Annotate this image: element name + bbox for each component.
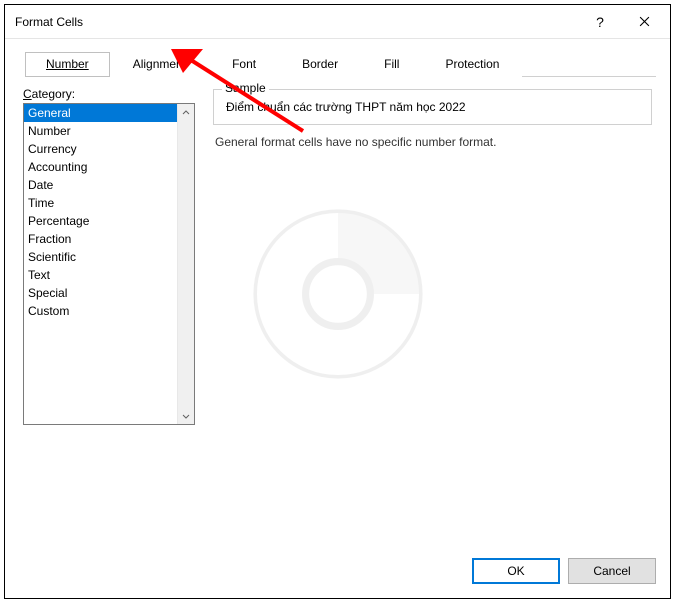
list-item[interactable]: Text	[24, 266, 177, 284]
ok-button[interactable]: OK	[472, 558, 560, 584]
sample-label: Sample	[222, 81, 269, 95]
right-column: Sample Điểm chuẩn các trường THPT năm họ…	[213, 87, 652, 536]
tab-font[interactable]: Font	[209, 52, 279, 77]
dialog-footer: OK Cancel	[5, 548, 670, 598]
list-item[interactable]: Number	[24, 122, 177, 140]
list-item[interactable]: Accounting	[24, 158, 177, 176]
chevron-down-icon	[182, 412, 190, 420]
list-item[interactable]: Fraction	[24, 230, 177, 248]
category-list-items: General Number Currency Accounting Date …	[24, 104, 177, 424]
help-button[interactable]: ?	[578, 7, 622, 37]
tab-body-number: Category: General Number Currency Accoun…	[19, 77, 656, 540]
tabstrip: Number Alignment Font Border Fill Protec…	[25, 51, 656, 77]
list-item[interactable]: General	[24, 104, 177, 122]
sample-groupbox: Sample Điểm chuẩn các trường THPT năm họ…	[213, 89, 652, 125]
close-icon	[639, 16, 650, 27]
titlebar: Format Cells ?	[5, 5, 670, 39]
tab-protection[interactable]: Protection	[422, 52, 522, 77]
list-item[interactable]: Currency	[24, 140, 177, 158]
list-item[interactable]: Scientific	[24, 248, 177, 266]
list-item[interactable]: Date	[24, 176, 177, 194]
format-description: General format cells have no specific nu…	[213, 135, 652, 149]
tab-alignment[interactable]: Alignment	[110, 52, 209, 77]
list-item[interactable]: Special	[24, 284, 177, 302]
list-item[interactable]: Custom	[24, 302, 177, 320]
scroll-track[interactable]	[178, 121, 194, 407]
category-label: Category:	[23, 87, 195, 101]
format-cells-dialog: Format Cells ? Number Alignment Font Bor…	[4, 4, 671, 599]
cancel-button[interactable]: Cancel	[568, 558, 656, 584]
category-listbox[interactable]: General Number Currency Accounting Date …	[23, 103, 195, 425]
chevron-up-icon	[182, 109, 190, 117]
tab-border[interactable]: Border	[279, 52, 361, 77]
scroll-down-button[interactable]	[178, 407, 194, 424]
tab-number[interactable]: Number	[25, 52, 110, 77]
close-button[interactable]	[622, 7, 666, 37]
scrollbar[interactable]	[177, 104, 194, 424]
list-item[interactable]: Time	[24, 194, 177, 212]
scroll-up-button[interactable]	[178, 104, 194, 121]
dialog-title: Format Cells	[15, 15, 578, 29]
dialog-content: Number Alignment Font Border Fill Protec…	[5, 39, 670, 548]
category-column: Category: General Number Currency Accoun…	[23, 87, 195, 536]
sample-value: Điểm chuẩn các trường THPT năm học 2022	[214, 100, 651, 124]
list-item[interactable]: Percentage	[24, 212, 177, 230]
tab-fill[interactable]: Fill	[361, 52, 422, 77]
